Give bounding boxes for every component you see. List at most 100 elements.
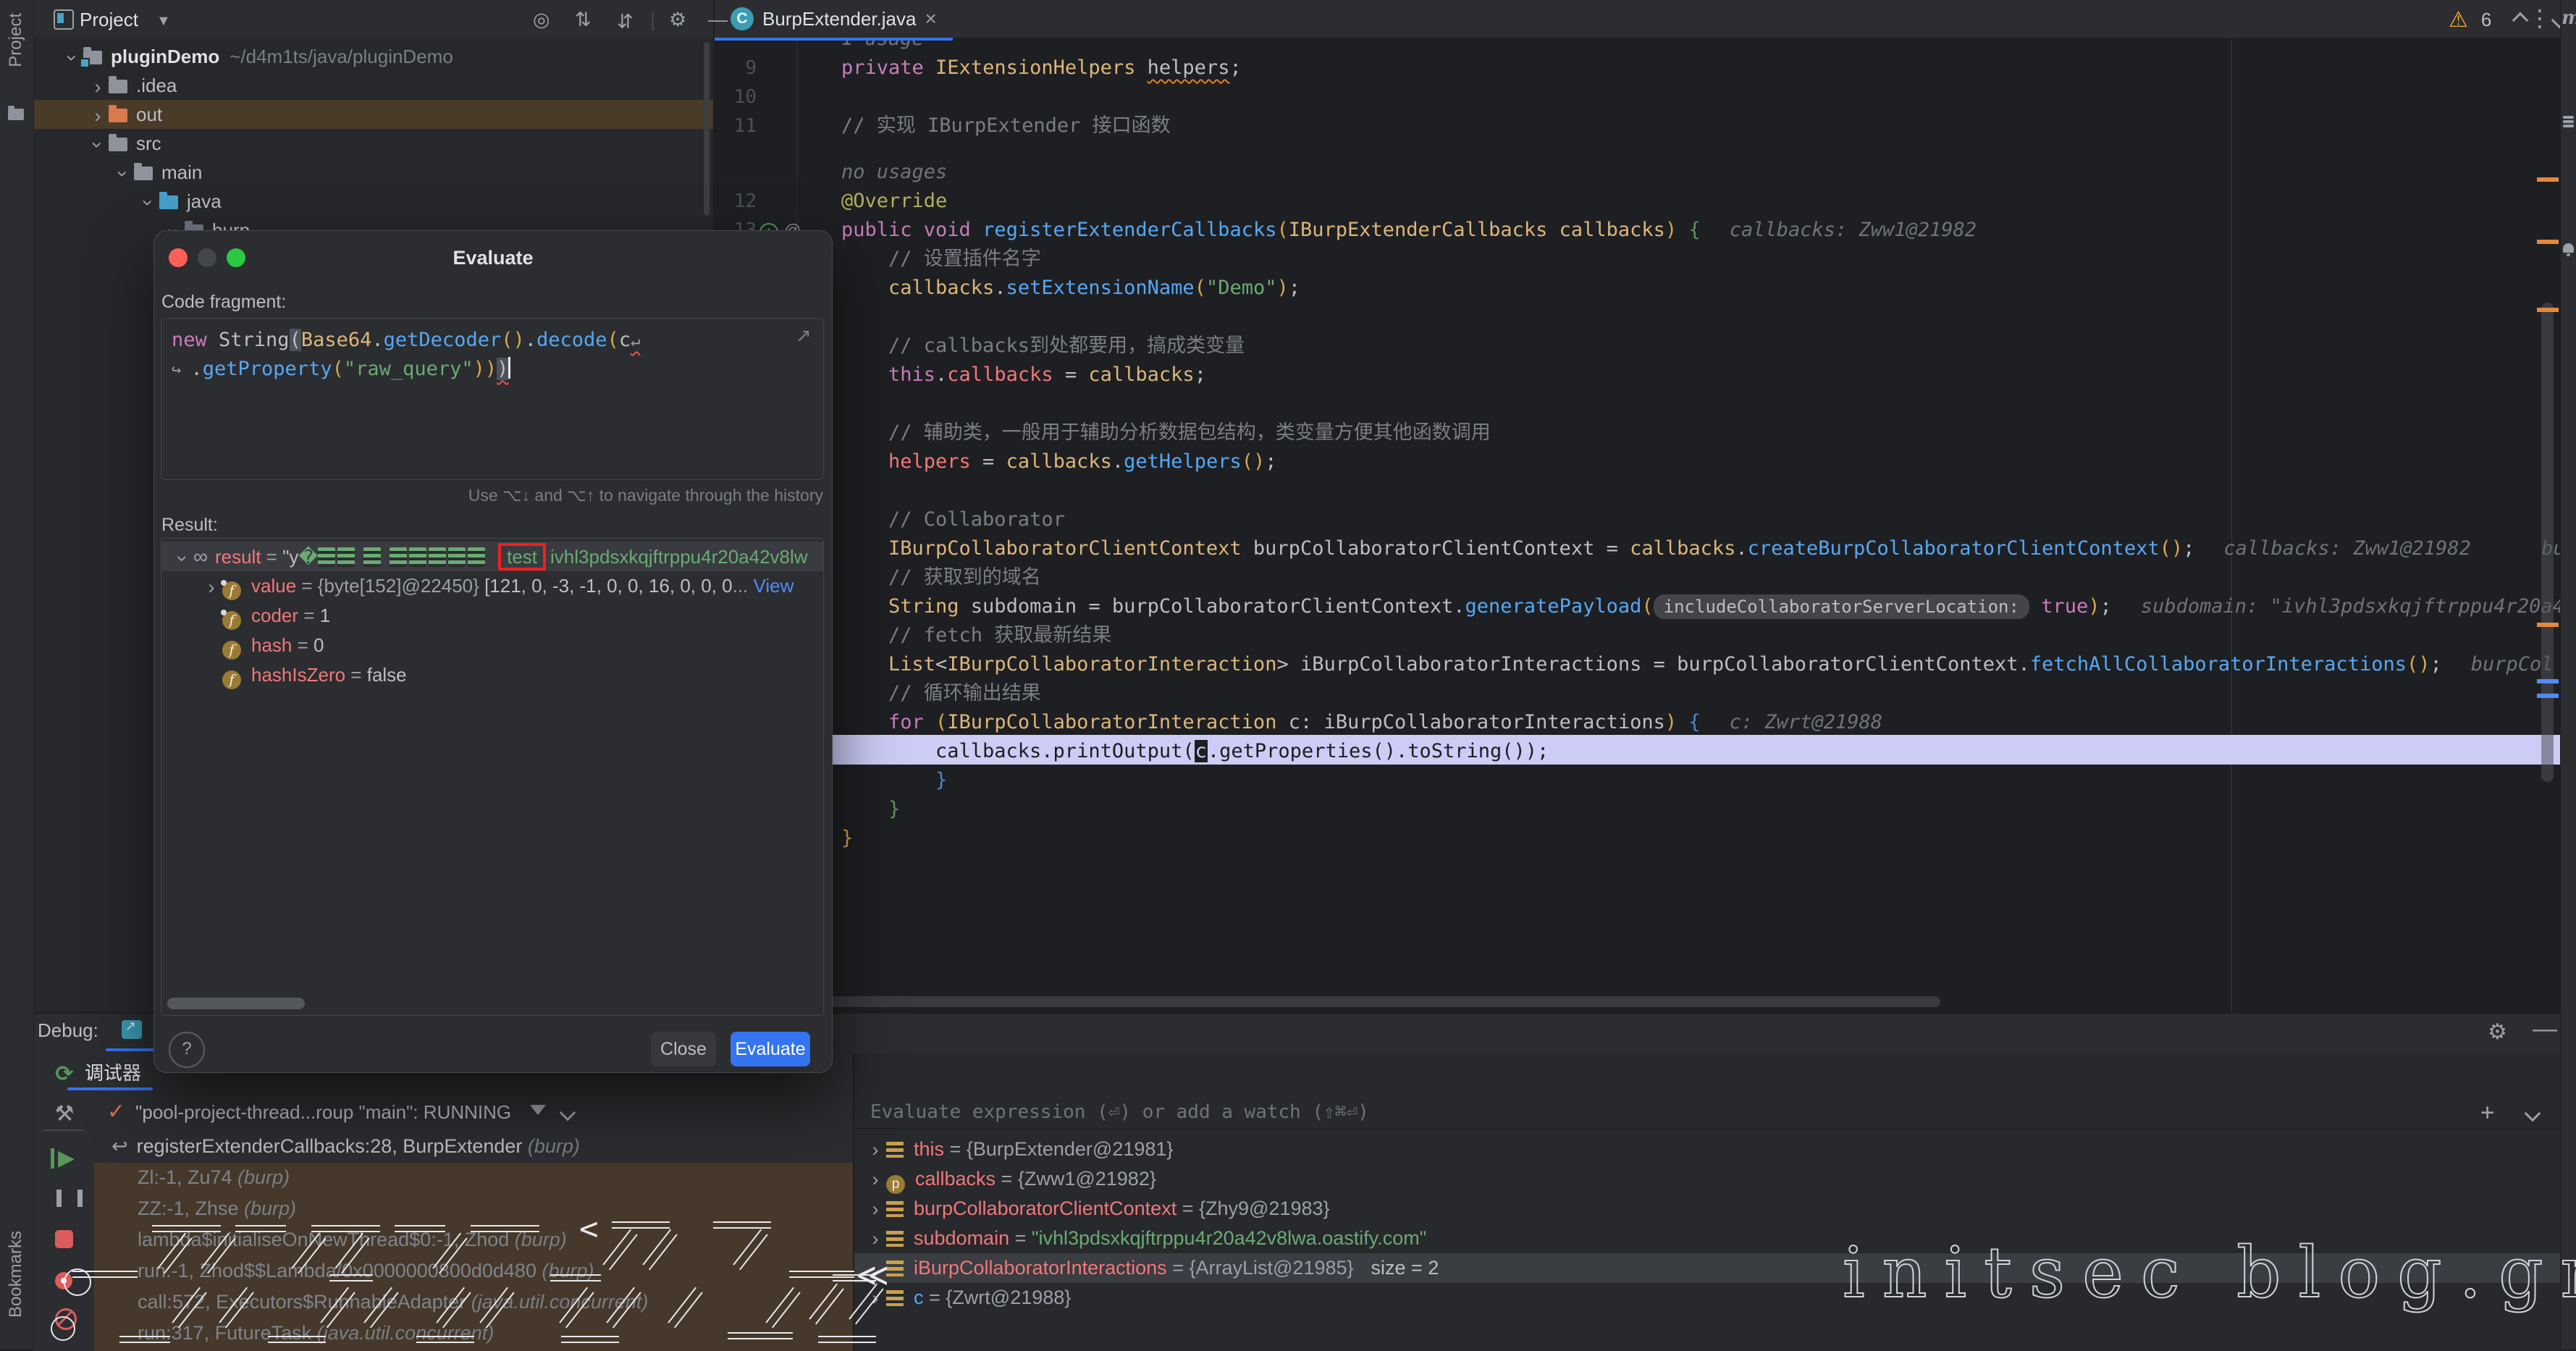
parameter-icon: p (886, 1175, 905, 1194)
result-row-hashIsZero[interactable]: fhashIsZero = false (161, 660, 823, 690)
tab-burpextender-java[interactable]: C BurpExtender.java × (715, 0, 953, 41)
editor-area[interactable]: C BurpExtender.java × ⋮ ⚠ 6 1 usagepriva… (715, 0, 2560, 1012)
right-margin-guide (2231, 38, 2232, 1012)
variable-callbacks[interactable]: ›pcallbacks = {Zww1@21982} (854, 1164, 2560, 1194)
resume-icon[interactable]: ▶ (51, 1148, 78, 1169)
variable-this[interactable]: ›this = {BurpExtender@21981} (854, 1135, 2560, 1164)
chevron-icon: › (83, 134, 112, 156)
chevron-icon: › (864, 1224, 886, 1254)
code-fragment-editor[interactable]: ↗ new String(Base64.getDecoder().decode(… (161, 318, 824, 480)
filter-funnel-icon[interactable] (530, 1105, 546, 1123)
folder-icon (109, 138, 127, 151)
tree-item-pluginDemo[interactable]: ›pluginDemo~/d4m1ts/java/pluginDemo (33, 42, 713, 71)
thread-selector[interactable]: ✓"pool-project-thread...roup "main": RUN… (94, 1096, 854, 1128)
wrench-icon[interactable]: ⚒ (51, 1100, 78, 1128)
hide-panel-icon[interactable]: — (2533, 1015, 2557, 1043)
chevron-down-icon[interactable]: ▼ (156, 13, 171, 30)
settings-icon[interactable]: ⚙ (669, 9, 686, 31)
stack-frame[interactable]: ZZ:-1, Zhse (burp) (94, 1193, 854, 1224)
inspections-widget[interactable]: ⚠ 6 (2449, 7, 2565, 33)
tab-indicator (67, 1087, 153, 1090)
project-view-icon (54, 9, 74, 30)
stack-frame[interactable]: run:317, FutureTask (java.util.concurren… (94, 1318, 854, 1349)
warning-icon: ⚠ (2449, 7, 2468, 33)
result-row-hash[interactable]: fhash = 0 (161, 631, 823, 660)
result-hscrollbar[interactable] (167, 998, 305, 1009)
code-line: no usages (841, 158, 947, 187)
gear-icon[interactable]: ⚙ (2488, 1019, 2507, 1045)
help-button[interactable]: ? (169, 1032, 205, 1068)
stack-frame[interactable]: run:-1, Zhod$$Lambda/0x0000000800d0d480 … (94, 1255, 854, 1287)
code-line: // 实现 IBurpExtender 接口函数 (841, 111, 1171, 140)
locate-icon[interactable]: ◎ (533, 9, 550, 31)
chevron-icon: › (864, 1165, 886, 1195)
chevron-icon: › (168, 547, 198, 569)
add-watch-icon[interactable]: + (2480, 1096, 2494, 1128)
stripe-mark (2537, 177, 2559, 182)
debug-session-tab-icon[interactable] (122, 1020, 142, 1039)
folder-icon (134, 167, 153, 180)
pause-icon[interactable] (56, 1190, 83, 1207)
maven-m-icon[interactable]: m (2562, 7, 2576, 29)
project-tree-scrollbar[interactable] (704, 42, 710, 216)
bell-icon[interactable] (2563, 243, 2574, 253)
code-editor[interactable]: 1 usageprivate IExtensionHelpers helpers… (715, 38, 2560, 1012)
result-label: Result: (161, 515, 218, 536)
project-view-title[interactable]: Project (80, 9, 138, 31)
field-icon: f (222, 670, 241, 689)
database-icon[interactable] (2563, 116, 2574, 129)
chevron-down-icon[interactable] (2525, 1106, 2541, 1122)
debug-toolbar: ⟳ ⚒ ▶ (33, 1053, 94, 1351)
variable-icon (886, 1231, 904, 1247)
hide-panel-icon[interactable]: — (708, 9, 728, 31)
result-tree[interactable]: ›∞result = "y�testivhl3pdsxkqjftrppu4r20… (161, 538, 824, 1016)
stack-frame[interactable]: Zl:-1, Zu74 (burp) (94, 1162, 854, 1193)
field-icon: f (222, 611, 241, 630)
code-line: IBurpCollaboratorClientContext burpColla… (888, 534, 2560, 563)
code-line: } (935, 766, 947, 795)
expand-all-icon[interactable]: ⇅ (575, 9, 592, 31)
code-line: // Collaborator (888, 505, 1065, 534)
line-number: 12 (720, 187, 757, 216)
expand-icon[interactable]: ↗ (796, 324, 812, 347)
project-stripe-button[interactable]: Project (6, 13, 26, 67)
tree-item-out[interactable]: ›out (33, 100, 713, 129)
mute-breakpoints-icon[interactable] (55, 1308, 77, 1330)
close-button[interactable]: Close (651, 1032, 716, 1066)
stop-icon[interactable] (55, 1230, 73, 1248)
stack-frame[interactable]: ↩registerExtenderCallbacks:28, BurpExten… (94, 1131, 854, 1162)
bookmarks-stripe-button[interactable]: Bookmarks (6, 1231, 26, 1318)
tree-item-src[interactable]: ›src (33, 129, 713, 158)
code-line: callbacks.setExtensionName("Demo"); (888, 274, 1300, 303)
result-row-coder[interactable]: fcoder = 1 (161, 601, 823, 631)
chevron-icon: › (134, 192, 163, 214)
code-line: List<IBurpCollaboratorInteraction> iBurp… (888, 650, 2554, 679)
breakpoints-icon[interactable] (55, 1272, 72, 1289)
result-row-value[interactable]: ›fvalue = {byte[152]@22450} [121, 0, -3,… (161, 571, 823, 601)
project-panel-header: Project ▼ ◎ ⇅ ⇅ | ⚙ — (33, 0, 713, 38)
collapse-all-icon[interactable]: ⇅ (617, 9, 634, 31)
stack-frame[interactable]: lambda$initialiseOnNewThread$0:-1, Zhod … (94, 1224, 854, 1255)
chevron-down-icon[interactable] (560, 1105, 576, 1121)
variable-icon (886, 1142, 904, 1158)
close-icon[interactable]: × (925, 7, 936, 30)
folder-icon[interactable] (8, 109, 24, 120)
evaluate-button[interactable]: Evaluate (731, 1032, 810, 1066)
tree-item-label: out (136, 104, 162, 125)
tree-item-java[interactable]: ›java (33, 187, 713, 216)
dialog-title: Evaluate (154, 247, 832, 269)
prev-problem-icon[interactable] (2512, 12, 2529, 28)
code-line: } (888, 795, 900, 824)
tab-indicator (106, 1048, 155, 1051)
result-row-result[interactable]: ›∞result = "y�testivhl3pdsxkqjftrppu4r20… (161, 542, 823, 571)
folder-icon (159, 195, 178, 209)
editor-vscrollbar[interactable] (2541, 303, 2554, 782)
tree-item-idea[interactable]: ›.idea (33, 71, 713, 100)
tab-debugger[interactable]: 调试器 (85, 1059, 141, 1085)
stack-frame[interactable]: call:572, Executors$RunnableAdapter (jav… (94, 1287, 854, 1318)
editor-hscrollbar[interactable] (804, 996, 1940, 1007)
watch-input[interactable]: Evaluate expression (⏎) or add a watch (… (854, 1096, 2560, 1129)
variable-burpCollaboratorClientContext[interactable]: ›burpCollaboratorClientContext = {Zhy9@2… (854, 1194, 2560, 1224)
rerun-icon[interactable]: ⟳ (51, 1061, 78, 1088)
tree-item-main[interactable]: ›main (33, 158, 713, 187)
